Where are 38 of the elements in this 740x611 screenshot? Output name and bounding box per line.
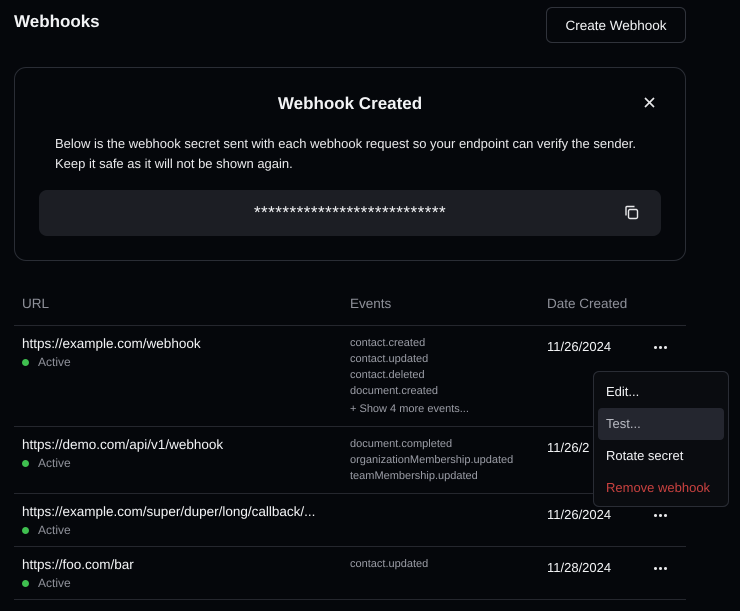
webhook-url: https://demo.com/api/v1/webhook — [22, 437, 224, 452]
menu-item[interactable]: Remove webhook — [598, 472, 724, 504]
event-name: organizationMembership.updated — [350, 453, 514, 468]
dialog-message: Below is the webhook secret sent with each webhook request so your endpoint can verify the sender. Keep it safe as it will not be shown again. — [55, 135, 638, 173]
date-created: 11/26/2024 — [547, 507, 612, 522]
copy-icon[interactable] — [624, 205, 639, 220]
event-name: document.created — [350, 384, 440, 399]
more-icon[interactable] — [654, 567, 667, 570]
webhook-url: https://example.com/webhook — [22, 336, 202, 351]
status-label: Active — [38, 523, 71, 537]
close-icon[interactable] — [644, 97, 655, 108]
event-name: contact.deleted — [350, 368, 426, 383]
event-name: contact.updated — [350, 557, 430, 572]
date-created: 11/26/2024 — [547, 339, 612, 354]
page-title: Webhooks — [14, 12, 100, 32]
status-label: Active — [38, 355, 71, 369]
column-header: Date Created — [547, 296, 628, 310]
column-header: URL — [21, 296, 50, 310]
menu-item[interactable]: Edit... — [598, 376, 724, 408]
secret-text: *************************** — [254, 203, 446, 223]
column-header: Events — [350, 296, 392, 310]
more-icon[interactable] — [654, 514, 667, 517]
event-name: contact.updated — [350, 352, 430, 367]
menu-item[interactable]: Test... — [598, 408, 724, 440]
webhook-url: https://foo.com/bar — [22, 557, 135, 572]
date-created: 11/28/2024 — [547, 560, 612, 575]
date-created: 11/26/2 — [547, 440, 590, 455]
event-name: contact.created — [350, 336, 426, 351]
webhook-url: https://example.com/super/duper/long/callback/... — [22, 504, 316, 519]
status-label: Active — [38, 576, 71, 590]
more-icon[interactable] — [654, 346, 667, 349]
dialog-title: Webhook Created — [278, 94, 422, 114]
create-webhook-button[interactable]: Create Webhook — [546, 7, 686, 43]
show-more-link[interactable]: + Show 4 more events... — [350, 401, 547, 417]
status-label: Active — [38, 456, 71, 470]
event-name: document.completed — [350, 437, 454, 452]
event-name: teamMembership.updated — [350, 469, 479, 484]
menu-item[interactable]: Rotate secret — [598, 440, 724, 472]
